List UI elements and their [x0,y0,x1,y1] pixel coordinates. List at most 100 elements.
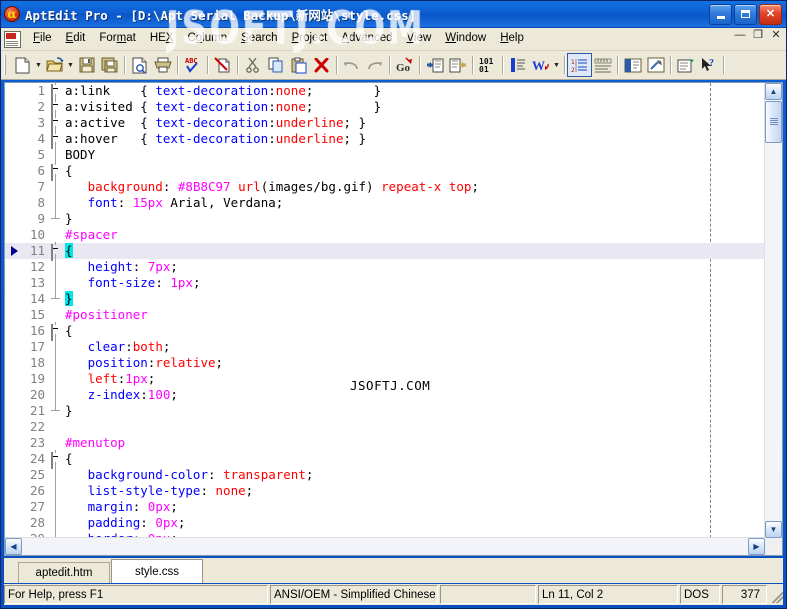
toolbar-grip[interactable] [4,55,8,75]
tools-button[interactable] [644,54,667,76]
text-editor[interactable]: 1 a:link { text-decoration:none; } 2 a:visi… [5,83,765,538]
menu-item-file[interactable]: File [26,30,59,48]
code-line[interactable]: 26 list-style-type: none; [5,483,765,499]
document-tab-style-css[interactable]: style.css [111,559,203,583]
menu-item-edit[interactable]: Edit [59,30,93,48]
code-line[interactable]: 23 #menutop [5,435,765,451]
save-button[interactable] [75,54,98,76]
horizontal-scrollbar[interactable]: ◀ ▶ [5,537,765,555]
code-line[interactable]: 2 a:visited { text-decoration:none; } [5,98,765,118]
minimize-button[interactable] [709,3,732,25]
status-line-ending-panel[interactable]: DOS [680,585,720,604]
menu-item-hex[interactable]: HEX [143,30,181,48]
open-file-dropdown-arrow[interactable]: ▼ [66,54,75,76]
paste-button[interactable] [287,54,310,76]
code-line[interactable]: 10 #spacer [5,227,765,243]
code-line[interactable]: 17 clear:both; [5,339,765,355]
line-number: 16 [29,323,45,338]
code-line[interactable]: 9} [5,211,765,227]
new-file-dropdown-arrow[interactable]: ▼ [34,54,43,76]
spell-check-button[interactable]: ABC [181,54,204,76]
vertical-scrollbar[interactable]: ▲ ▼ [764,83,782,538]
menu-item-search[interactable]: Search [234,30,284,48]
properties-button[interactable] [674,54,697,76]
undo-button[interactable] [340,54,363,76]
code-token: a:active [65,115,141,130]
scroll-left-button[interactable]: ◀ [5,538,22,555]
code-line[interactable]: 8 font: 15px Arial, Verdana; [5,195,765,211]
cut-button[interactable] [241,54,264,76]
close-button[interactable]: ✕ [759,3,782,25]
code-line[interactable]: 7 background: #8B8C97 url(images/bg.gif)… [5,179,765,195]
code-line[interactable]: 24 { [5,450,765,470]
insert-left-button[interactable] [423,54,446,76]
print-button[interactable] [151,54,174,76]
menu-item-help[interactable]: Help [493,30,531,48]
indent-button[interactable] [506,54,529,76]
fold-collapse-icon[interactable] [51,83,62,102]
line-numbers-button[interactable]: 12 [567,53,592,77]
code-line[interactable]: 12 height: 7px; [5,259,765,275]
copy-button[interactable] [264,54,287,76]
help-pointer-button[interactable]: ? [697,54,720,76]
fold-collapse-icon[interactable] [51,162,62,182]
ruler-button[interactable] [591,54,614,76]
code-line[interactable]: 22 [5,419,765,435]
project-panel-button[interactable] [621,54,644,76]
fold-collapse-icon[interactable] [51,130,62,150]
vertical-scroll-track[interactable] [765,143,782,521]
menu-item-advanced[interactable]: Advanced [334,30,399,48]
scroll-up-button[interactable]: ▲ [765,83,782,100]
insert-right-button[interactable] [446,54,469,76]
fold-collapse-icon[interactable] [51,98,62,118]
menu-item-column[interactable]: Column [180,30,234,48]
word-wrap-button[interactable]: W [529,54,552,76]
print-preview-button[interactable] [128,54,151,76]
mdi-close-icon[interactable]: ✕ [770,30,782,41]
resize-grip[interactable] [769,585,783,604]
fold-collapse-icon[interactable] [51,322,62,342]
code-line[interactable]: 11 { [5,242,765,262]
delete-button[interactable] [310,54,333,76]
code-line[interactable]: 6{ [5,162,765,182]
code-line[interactable]: 27 margin: 0px; [5,499,765,515]
fold-collapse-icon[interactable] [51,114,62,134]
mdi-restore-icon[interactable]: ❐ [752,30,764,41]
mdi-minimize-icon[interactable]: — [734,30,746,41]
code-line[interactable]: 16 { [5,322,765,342]
code-lines[interactable]: 1 a:link { text-decoration:none; } 2 a:visi… [5,83,765,538]
new-file-button[interactable] [11,54,34,76]
document-tab-aptedit-htm[interactable]: aptedit.htm [18,562,110,583]
code-line[interactable]: 4 a:hover { text-decoration:underline; } [5,130,765,150]
menu-item-project[interactable]: Project [285,30,335,48]
menu-item-format[interactable]: Format [92,30,142,48]
menu-item-view[interactable]: View [400,30,439,48]
code-line[interactable]: 21} [5,403,765,419]
menu-item-window[interactable]: Window [438,30,493,48]
scroll-right-button[interactable]: ▶ [748,538,765,555]
code-line[interactable]: 3 a:active { text-decoration:underline; } [5,114,765,134]
code-line[interactable]: 5 BODY [5,147,765,163]
word-wrap-dropdown-arrow[interactable]: ▼ [552,54,561,76]
scroll-down-button[interactable]: ▼ [765,521,782,538]
code-line[interactable]: 1 a:link { text-decoration:none; } [5,83,765,102]
code-token: { [65,163,73,178]
vertical-scroll-thumb[interactable] [765,101,782,143]
clear-formatting-button[interactable] [211,54,234,76]
fold-collapse-icon[interactable] [51,450,62,470]
code-line[interactable]: 14} [5,291,765,307]
redo-button[interactable] [363,54,386,76]
code-line[interactable]: 15 #positioner [5,307,765,323]
save-all-button[interactable] [98,54,121,76]
code-line[interactable]: 13 font-size: 1px; [5,275,765,291]
horizontal-scroll-track[interactable] [23,538,747,555]
binary-view-button[interactable]: 101 01 [476,54,499,76]
fold-collapse-icon[interactable] [51,242,62,262]
status-encoding-panel[interactable]: ANSI/OEM - Simplified Chinese (GB [270,585,438,604]
open-file-button[interactable] [43,54,66,76]
code-line[interactable]: 25 background-color: transparent; [5,467,765,483]
code-line[interactable]: 18 position:relative; [5,355,765,371]
maximize-button[interactable] [734,3,757,25]
goto-button[interactable]: Go [393,54,416,76]
code-line[interactable]: 28 padding: 0px; [5,515,765,531]
